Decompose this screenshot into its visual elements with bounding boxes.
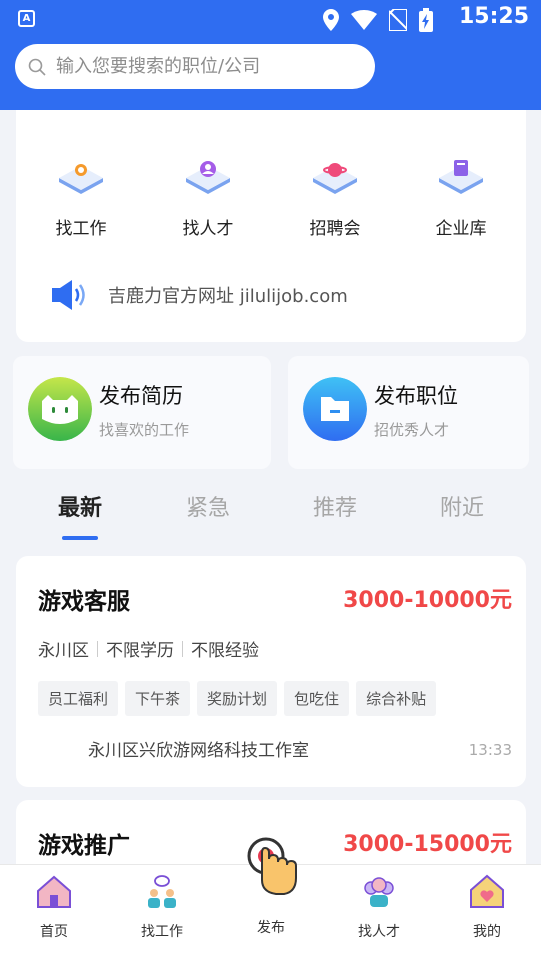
job-fair-icon [313,163,357,194]
resume-mascot-icon [28,377,92,441]
no-sim-icon [389,9,407,31]
publish-position-subtitle: 招优秀人才 [374,421,450,439]
publish-resume-subtitle: 找喜欢的工作 [99,421,190,439]
nav-home[interactable]: 首页 [0,873,108,941]
menu-label: 找人才 [182,219,234,239]
job-district: 永川区 [38,641,89,661]
home-icon [37,875,71,908]
nav-label: 我的 [473,924,501,940]
job-tag: 员工福利 [38,681,119,716]
tab-nearby[interactable]: 附近 [398,490,526,522]
search-bar[interactable] [15,44,375,89]
notice-text: 吉鹿力官方网址 jilulijob.com [108,286,348,307]
wifi-icon [351,10,377,30]
job-tag: 综合补贴 [356,681,437,716]
menu-item-find-talent[interactable]: 找人才 [163,152,253,239]
publish-position-card[interactable]: 发布职位 招优秀人才 [288,356,529,469]
job-tag: 奖励计划 [197,681,278,716]
job-tag: 下午茶 [125,681,191,716]
profile-icon [470,874,504,908]
menu-item-company-library[interactable]: 企业库 [416,152,506,239]
tab-recommended[interactable]: 推荐 [271,490,399,522]
job-salary: 3000-15000元 [343,832,512,857]
job-tag: 包吃住 [284,681,350,716]
job-title: 游戏推广 [38,833,130,859]
publish-resume-card[interactable]: 发布简历 找喜欢的工作 [13,356,271,469]
battery-charging-icon [419,8,433,32]
publish-resume-title: 发布简历 [99,384,183,408]
folder-icon [303,377,367,441]
divider [182,640,183,657]
nav-profile[interactable]: 我的 [433,873,541,941]
nav-label: 找人才 [358,924,400,940]
job-search-icon [59,164,103,194]
job-time: 13:33 [468,741,512,759]
app-notification-icon: A [18,10,35,27]
publish-position-title: 发布职位 [374,384,458,408]
nav-label: 首页 [40,924,68,940]
job-education: 不限学历 [106,641,174,661]
company-library-icon [439,160,483,194]
quick-menu-card: 找工作 找人才 招聘会 企业库 吉鹿力官方网址 jilulijob.com [16,110,526,342]
job-meta: 永川区 不限学历 不限经验 [38,636,259,661]
publish-tap-icon[interactable] [244,834,300,896]
speaker-icon [52,280,85,310]
job-tags: 员工福利 下午茶 奖励计划 包吃住 综合补贴 [38,681,437,716]
menu-item-job-fair[interactable]: 招聘会 [290,152,380,239]
job-company: 永川区兴欣游网络科技工作室 [88,741,309,761]
search-icon [28,58,46,76]
nav-find-job[interactable]: 找工作 [108,873,216,941]
job-tabs: 最新 紧急 推荐 附近 [16,486,526,546]
job-card[interactable]: 游戏客服 3000-10000元 永川区 不限学历 不限经验 员工福利 下午茶 … [16,556,526,787]
job-experience: 不限经验 [191,641,259,661]
location-icon [323,9,339,31]
nav-label: 找工作 [141,924,183,940]
status-bar: A 15:25 [0,0,541,38]
tab-urgent[interactable]: 紧急 [144,490,272,522]
nav-label: 发布 [257,920,285,936]
status-time: 15:25 [458,4,529,29]
job-title: 游戏客服 [38,589,130,615]
search-input[interactable] [56,56,346,77]
job-salary: 3000-10000元 [343,588,512,613]
nav-find-talent[interactable]: 找人才 [325,873,433,941]
find-talent-icon [364,877,394,907]
menu-label: 找工作 [55,219,107,239]
menu-label: 企业库 [435,219,487,239]
talent-icon [186,161,230,194]
active-tab-indicator [62,536,98,540]
menu-item-find-job[interactable]: 找工作 [36,152,126,239]
tab-latest[interactable]: 最新 [16,490,144,522]
divider [97,640,98,657]
menu-label: 招聘会 [309,219,361,239]
notice-bar[interactable]: 吉鹿力官方网址 jilulijob.com [50,278,348,312]
find-job-icon [148,875,176,908]
